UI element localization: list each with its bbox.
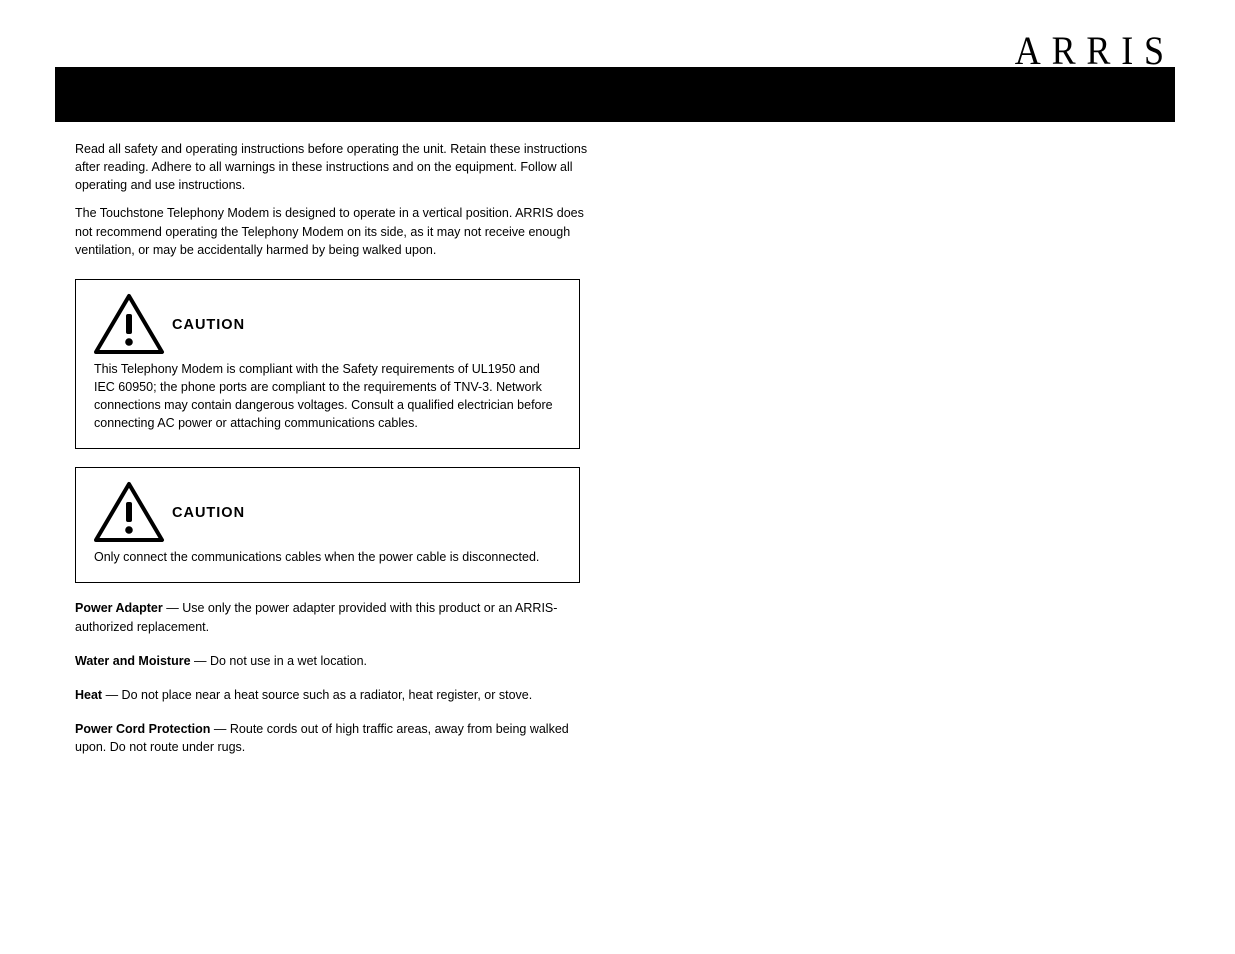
section-text: Do not place near a heat source such as … [122, 688, 533, 702]
intro-paragraph-1: Read all safety and operating instructio… [75, 140, 595, 194]
section-power-adapter: Power Adapter — Use only the power adapt… [75, 599, 595, 635]
caution-label: CAUTION [172, 505, 245, 521]
warning-icon [92, 480, 166, 546]
warning-icon [92, 292, 166, 358]
caution-text: This Telephony Modem is compliant with t… [92, 360, 563, 433]
intro-paragraph-2: The Touchstone Telephony Modem is design… [75, 204, 595, 258]
section-heading: Heat [75, 688, 102, 702]
page: ARRIS Read all safety and operating inst… [0, 0, 1235, 954]
section-heat: Heat — Do not place near a heat source s… [75, 686, 595, 704]
section-text: Do not use in a wet location. [210, 654, 367, 668]
section-water: Water and Moisture — Do not use in a wet… [75, 652, 595, 670]
section-heading: Water and Moisture [75, 654, 191, 668]
section-heading: Power Cord Protection [75, 722, 210, 736]
caution-header: CAUTION [92, 292, 563, 358]
section-heading: Power Adapter [75, 601, 163, 615]
header-bar [55, 67, 1175, 122]
caution-text: Only connect the communications cables w… [92, 548, 563, 566]
caution-box-1: CAUTION This Telephony Modem is complian… [75, 279, 580, 450]
caution-box-2: CAUTION Only connect the communications … [75, 467, 580, 583]
section-cord: Power Cord Protection — Route cords out … [75, 720, 595, 756]
caution-header: CAUTION [92, 480, 563, 546]
main-content: Read all safety and operating instructio… [75, 140, 595, 756]
caution-label: CAUTION [172, 317, 245, 333]
